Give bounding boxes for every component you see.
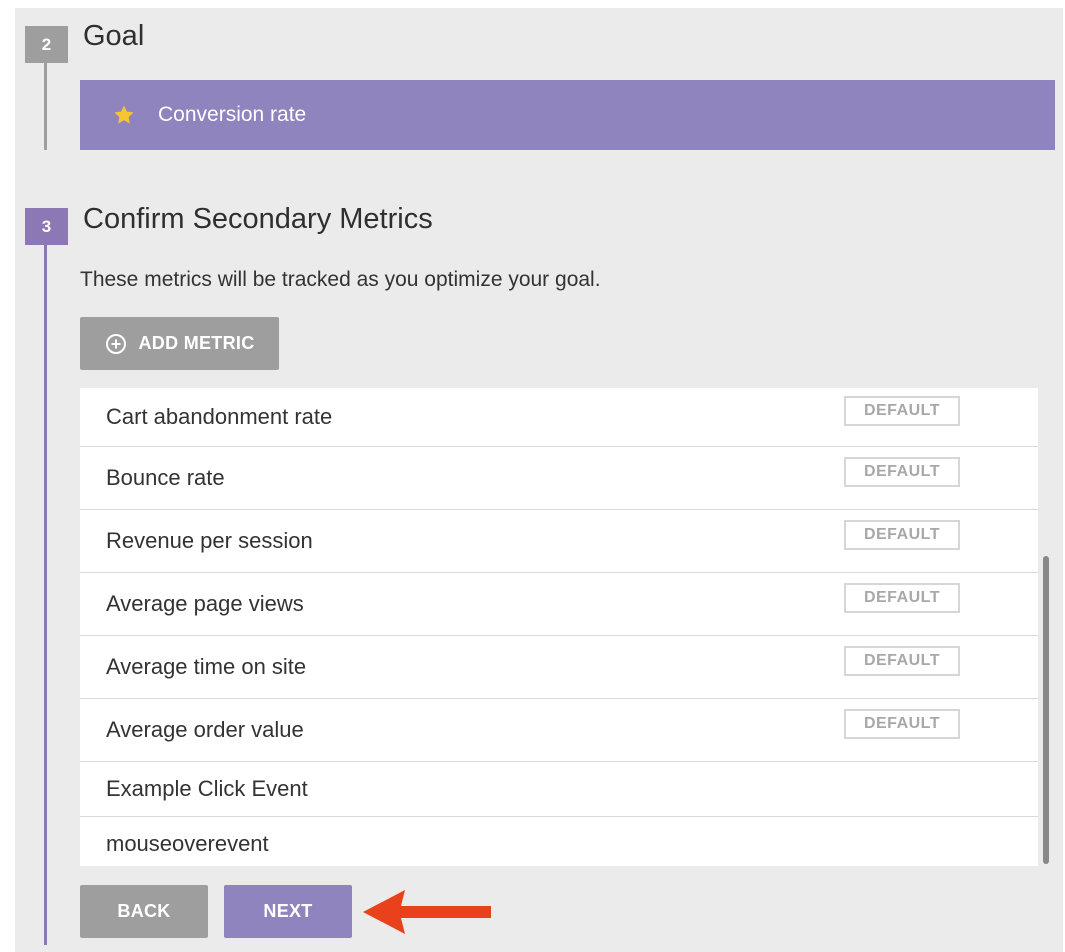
plus-circle-icon [105, 333, 126, 354]
metric-name: Average page views [106, 591, 304, 616]
next-button[interactable]: NEXT [224, 885, 352, 938]
secondary-metrics-description: These metrics will be tracked as you opt… [80, 268, 601, 291]
goal-heading: Goal [83, 20, 145, 52]
step-3-badge: 3 [25, 208, 68, 245]
star-icon [114, 105, 134, 124]
metric-row[interactable]: mouseoverevent [80, 817, 1038, 866]
selected-goal-label: Conversion rate [158, 103, 307, 126]
metric-name: Example Click Event [106, 776, 308, 801]
metric-name: Bounce rate [106, 465, 225, 490]
default-badge: DEFAULT [844, 709, 960, 739]
add-metric-button[interactable]: ADD METRIC [80, 317, 279, 370]
metric-row[interactable]: Average page views DEFAULT [80, 573, 1038, 636]
metrics-scrollbar[interactable] [1043, 556, 1049, 864]
step-2-connector [44, 63, 47, 150]
metric-name: Revenue per session [106, 528, 313, 553]
metric-row[interactable]: Cart abandonment rate DEFAULT [80, 388, 1038, 447]
metric-name: Average time on site [106, 654, 307, 679]
arrow-left-icon [363, 890, 491, 934]
back-button[interactable]: BACK [80, 885, 208, 938]
metric-name: mouseoverevent [106, 831, 269, 856]
default-badge: DEFAULT [844, 646, 960, 676]
secondary-metrics-heading: Confirm Secondary Metrics [83, 203, 433, 235]
metric-row[interactable]: Bounce rate DEFAULT [80, 447, 1038, 510]
metric-row[interactable]: Average time on site DEFAULT [80, 636, 1038, 699]
metric-row[interactable]: Example Click Event [80, 762, 1038, 817]
metric-name: Cart abandonment rate [106, 404, 333, 429]
metrics-list: Cart abandonment rate DEFAULT Bounce rat… [80, 388, 1038, 866]
add-metric-label: ADD METRIC [138, 333, 255, 353]
default-badge: DEFAULT [844, 583, 960, 613]
metric-name: Average order value [106, 717, 304, 742]
setup-panel: 2 Goal Conversion rate 3 Confirm Seconda… [15, 8, 1063, 952]
step-3-connector [44, 245, 47, 945]
selected-goal-bar[interactable]: Conversion rate [80, 80, 1055, 150]
step-2-badge: 2 [25, 26, 68, 63]
default-badge: DEFAULT [844, 520, 960, 550]
default-badge: DEFAULT [844, 396, 960, 426]
metric-row[interactable]: Revenue per session DEFAULT [80, 510, 1038, 573]
default-badge: DEFAULT [844, 457, 960, 487]
metric-row[interactable]: Average order value DEFAULT [80, 699, 1038, 762]
